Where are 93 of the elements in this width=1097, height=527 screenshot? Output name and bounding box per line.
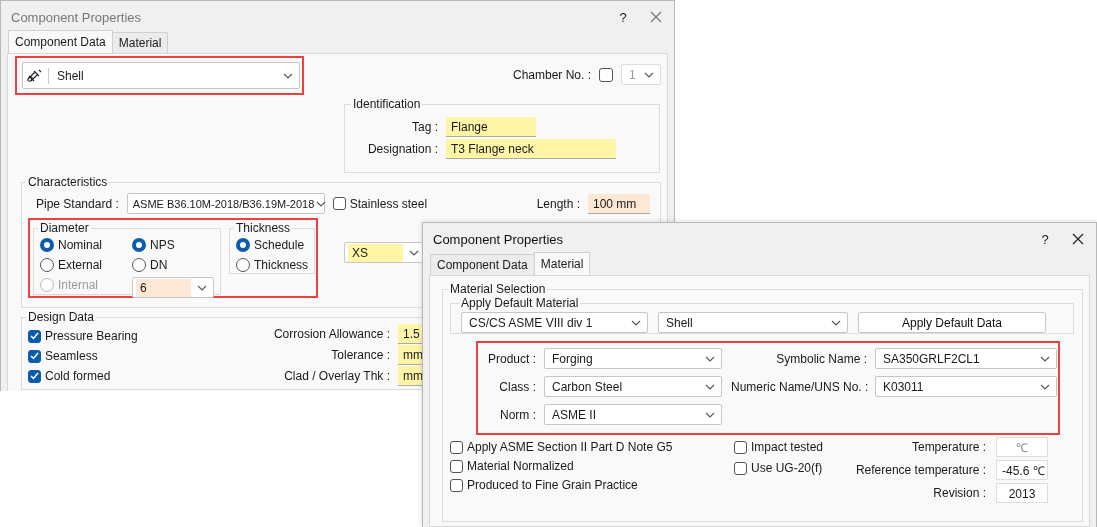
chevron-icon: [705, 411, 715, 418]
dropdown[interactable]: CS/CS ASME VIII div 1: [461, 312, 648, 333]
field-label: Corrosion Allowance :: [272, 327, 390, 341]
checkbox-label: Impact tested: [751, 440, 824, 454]
radio-button[interactable]: [132, 258, 147, 272]
group-title: Identification: [352, 97, 422, 111]
dropdown[interactable]: Shell: [658, 312, 848, 333]
tab[interactable]: Component Data: [8, 30, 113, 53]
checkbox-label: Pressure Bearing: [45, 329, 138, 343]
field-label: Tag :: [411, 120, 438, 134]
field-label: Length :: [536, 196, 580, 211]
field-label: Product :: [486, 351, 536, 366]
checkbox-label: Apply ASME Section II Part D Note G5: [467, 440, 673, 454]
group-title: Thickness: [235, 221, 292, 235]
help-button[interactable]: ?: [1026, 231, 1064, 247]
radio-button[interactable]: [236, 258, 251, 272]
checkbox-label: Use UG-20(f): [751, 461, 823, 475]
apply-default-button[interactable]: Apply Default Data: [858, 312, 1046, 333]
help-button[interactable]: ?: [604, 9, 642, 25]
text-field[interactable]: 100 mm: [588, 193, 650, 214]
field-label: Revision :: [932, 486, 986, 500]
dropdown[interactable]: Forging: [544, 348, 722, 369]
group-title: Design Data: [27, 310, 96, 324]
dropdown[interactable]: Carbon Steel: [544, 376, 722, 397]
checkbox-label: Seamless: [45, 349, 98, 363]
checkbox[interactable]: [28, 349, 41, 363]
radio-label: NPS: [150, 238, 175, 252]
checkbox[interactable]: [734, 461, 747, 475]
radio-button[interactable]: [236, 238, 251, 252]
text-field[interactable]: 2013: [996, 483, 1048, 503]
checkbox[interactable]: [734, 440, 747, 454]
group-title: Apply Default Material: [460, 296, 580, 310]
chevron-icon: [1040, 383, 1050, 390]
radio-label: Thickness: [254, 258, 309, 272]
text-field[interactable]: T3 Flange neck: [446, 139, 616, 159]
checkbox[interactable]: [28, 369, 41, 383]
dropdown[interactable]: SA350GRLF2CL1: [875, 348, 1057, 369]
component-dropdown[interactable]: Shell: [22, 62, 300, 89]
radio-button[interactable]: [132, 238, 147, 252]
field-label: Numeric Name/UNS No. :: [731, 379, 867, 394]
chevron-icon: [644, 71, 654, 78]
chevron-icon: [409, 249, 419, 256]
field-label: Clad / Overlay Thk :: [283, 369, 390, 383]
checkbox[interactable]: [599, 67, 613, 82]
text-field[interactable]: -45.6 ℃: [996, 460, 1048, 480]
chevron-icon: [831, 319, 841, 326]
checkbox-label: Material Normalized: [467, 459, 574, 473]
tab[interactable]: Component Data: [430, 254, 535, 275]
chevron-icon: [705, 383, 715, 390]
window-title: Component Properties: [433, 231, 565, 247]
field-label: Symbolic Name :: [775, 351, 867, 366]
chevron-icon: [1040, 355, 1050, 362]
close-icon[interactable]: [1072, 233, 1084, 245]
field-label: Temperature :: [910, 440, 986, 454]
field-label: Designation :: [366, 142, 438, 156]
dropdown[interactable]: K03011: [875, 376, 1057, 397]
checkbox[interactable]: [450, 459, 463, 473]
group-title: Diameter: [39, 221, 90, 235]
chevron-icon: [631, 319, 641, 326]
checkbox[interactable]: [28, 329, 41, 343]
chevron-icon: [283, 72, 293, 79]
radio-label: DN: [150, 258, 168, 272]
field-label: Reference temperature :: [854, 463, 986, 477]
group-title: Characteristics: [27, 175, 109, 189]
checkbox[interactable]: [450, 440, 463, 454]
dropdown[interactable]: ASME II: [544, 404, 722, 425]
checkbox[interactable]: [450, 478, 463, 492]
text-field[interactable]: Flange: [446, 117, 536, 137]
tab[interactable]: Material: [111, 32, 169, 53]
checkbox-label: Cold formed: [45, 369, 111, 383]
radio-label: Internal: [58, 278, 99, 292]
tab[interactable]: Material: [533, 252, 591, 275]
checkbox-label: Stainless steel: [349, 196, 428, 211]
checkbox[interactable]: [332, 197, 346, 210]
field-label: Class :: [498, 379, 536, 394]
field-label: Tolerance :: [330, 348, 390, 362]
component-icon: [26, 68, 42, 83]
chevron-icon: [705, 355, 715, 362]
chevron-icon: [316, 200, 327, 207]
group-box: Diameter Nominal External Internal NPS DN 6: [33, 221, 222, 295]
field-label: Pipe Standard :: [36, 196, 119, 211]
radio-label: Nominal: [58, 238, 102, 252]
window-title: Component Properties: [11, 9, 143, 25]
field-label: Chamber No. :: [512, 67, 591, 82]
radio-label: External: [58, 258, 103, 272]
field-label: Norm :: [499, 407, 536, 422]
group-title: Material Selection: [449, 282, 547, 296]
radio-label: Schedule: [254, 238, 305, 252]
radio-button[interactable]: [40, 238, 54, 252]
chevron-icon: [197, 284, 208, 291]
radio-button[interactable]: [40, 258, 54, 272]
checkbox-label: Produced to Fine Grain Practice: [467, 478, 638, 492]
dropdown[interactable]: ASME B36.10M-2018/B36.19M-2018: [126, 193, 325, 214]
